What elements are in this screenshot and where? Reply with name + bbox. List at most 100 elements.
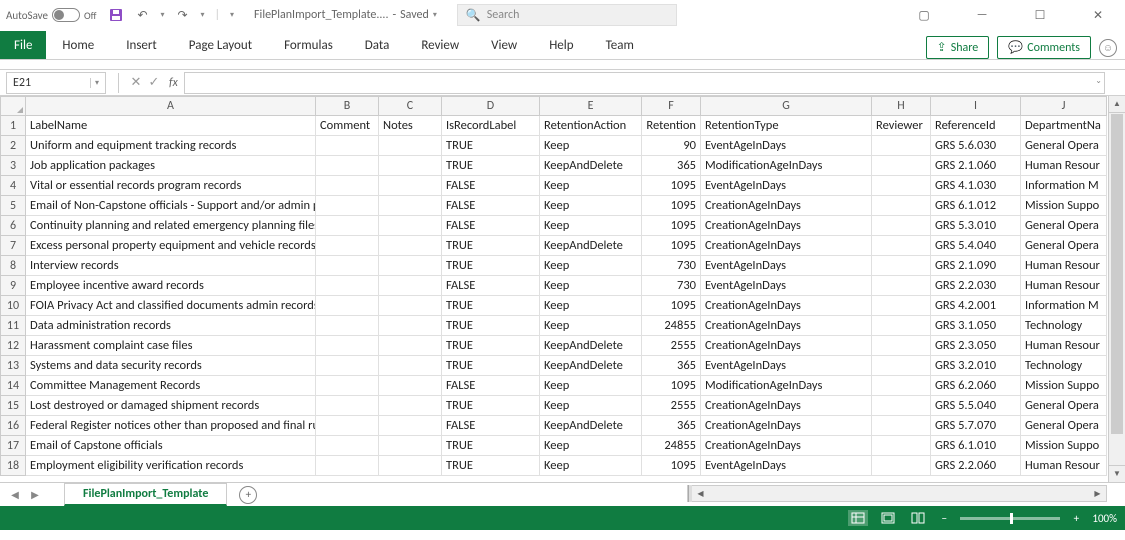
cell-D14[interactable]: FALSE — [442, 376, 540, 396]
cell-F3[interactable]: 365 — [642, 156, 701, 176]
cell-A17[interactable]: Email of Capstone officials — [26, 436, 316, 456]
cell-G11[interactable]: CreationAgeInDays — [701, 316, 872, 336]
cell-D7[interactable]: TRUE — [442, 236, 540, 256]
cell-J17[interactable]: Mission Suppo — [1021, 436, 1107, 456]
row-header-18[interactable]: 18 — [0, 456, 26, 476]
cell-F2[interactable]: 90 — [642, 136, 701, 156]
zoom-out-button[interactable]: − — [938, 512, 950, 525]
row-header-9[interactable]: 9 — [0, 276, 26, 296]
cell-C12[interactable] — [379, 336, 442, 356]
row-header-10[interactable]: 10 — [0, 296, 26, 316]
cell-B4[interactable] — [316, 176, 379, 196]
name-box-dropdown-icon[interactable]: ▾ — [90, 78, 99, 88]
cell-H8[interactable] — [872, 256, 931, 276]
redo-icon[interactable]: ↷ — [174, 7, 190, 23]
cell-C5[interactable] — [379, 196, 442, 216]
tab-home[interactable]: Home — [46, 31, 110, 59]
cell-C2[interactable] — [379, 136, 442, 156]
cell-B5[interactable] — [316, 196, 379, 216]
cell-G3[interactable]: ModificationAgeInDays — [701, 156, 872, 176]
zoom-in-button[interactable]: + — [1070, 512, 1082, 525]
cell-F13[interactable]: 365 — [642, 356, 701, 376]
cell-H16[interactable] — [872, 416, 931, 436]
cell-E1[interactable]: RetentionAction — [540, 116, 642, 136]
autosave-toggle[interactable] — [52, 8, 80, 22]
cell-H11[interactable] — [872, 316, 931, 336]
cell-I1[interactable]: ReferenceId — [931, 116, 1021, 136]
column-header-H[interactable]: H — [872, 96, 931, 116]
column-header-I[interactable]: I — [931, 96, 1021, 116]
column-header-G[interactable]: G — [701, 96, 872, 116]
cell-G14[interactable]: ModificationAgeInDays — [701, 376, 872, 396]
cell-F16[interactable]: 365 — [642, 416, 701, 436]
cell-F1[interactable]: Retention — [642, 116, 701, 136]
close-button[interactable]: ✕ — [1077, 1, 1119, 29]
cell-J14[interactable]: Mission Suppo — [1021, 376, 1107, 396]
cell-G4[interactable]: EventAgeInDays — [701, 176, 872, 196]
cell-E12[interactable]: KeepAndDelete — [540, 336, 642, 356]
qat-customize-icon[interactable]: ▾ — [230, 10, 234, 20]
tab-formulas[interactable]: Formulas — [268, 31, 349, 59]
cell-B13[interactable] — [316, 356, 379, 376]
horizontal-scrollbar[interactable]: ◀ ▶ — [687, 485, 1107, 502]
cell-B16[interactable] — [316, 416, 379, 436]
cell-G7[interactable]: CreationAgeInDays — [701, 236, 872, 256]
redo-dropdown-icon[interactable]: ▾ — [200, 10, 204, 20]
row-header-1[interactable]: 1 — [0, 116, 26, 136]
row-header-15[interactable]: 15 — [0, 396, 26, 416]
cell-E17[interactable]: Keep — [540, 436, 642, 456]
cell-H10[interactable] — [872, 296, 931, 316]
column-header-F[interactable]: F — [642, 96, 701, 116]
search-input[interactable]: 🔍 Search — [457, 4, 677, 26]
cell-D18[interactable]: TRUE — [442, 456, 540, 476]
cell-D8[interactable]: TRUE — [442, 256, 540, 276]
cell-C9[interactable] — [379, 276, 442, 296]
row-header-3[interactable]: 3 — [0, 156, 26, 176]
cell-J11[interactable]: Technology — [1021, 316, 1107, 336]
cell-C14[interactable] — [379, 376, 442, 396]
cell-I5[interactable]: GRS 6.1.012 — [931, 196, 1021, 216]
cell-F6[interactable]: 1095 — [642, 216, 701, 236]
cell-F15[interactable]: 2555 — [642, 396, 701, 416]
row-header-11[interactable]: 11 — [0, 316, 26, 336]
cell-I4[interactable]: GRS 4.1.030 — [931, 176, 1021, 196]
cell-H14[interactable] — [872, 376, 931, 396]
cell-A10[interactable]: FOIA Privacy Act and classified document… — [26, 296, 316, 316]
add-sheet-button[interactable]: + — [239, 486, 257, 504]
cell-F17[interactable]: 24855 — [642, 436, 701, 456]
cell-A6[interactable]: Continuity planning and related emergenc… — [26, 216, 316, 236]
title-dropdown-icon[interactable]: ▾ — [433, 10, 437, 20]
cell-F5[interactable]: 1095 — [642, 196, 701, 216]
cell-B1[interactable]: Comment — [316, 116, 379, 136]
tab-insert[interactable]: Insert — [110, 31, 173, 59]
cell-F9[interactable]: 730 — [642, 276, 701, 296]
cell-I16[interactable]: GRS 5.7.070 — [931, 416, 1021, 436]
page-break-view-icon[interactable] — [908, 510, 928, 526]
cell-E11[interactable]: Keep — [540, 316, 642, 336]
row-header-4[interactable]: 4 — [0, 176, 26, 196]
cell-G18[interactable]: EventAgeInDays — [701, 456, 872, 476]
cell-B15[interactable] — [316, 396, 379, 416]
autosave-toggle-group[interactable]: AutoSave Off — [6, 8, 96, 22]
cell-B8[interactable] — [316, 256, 379, 276]
cell-F11[interactable]: 24855 — [642, 316, 701, 336]
cell-D2[interactable]: TRUE — [442, 136, 540, 156]
cell-I9[interactable]: GRS 2.2.030 — [931, 276, 1021, 296]
tab-review[interactable]: Review — [405, 31, 475, 59]
row-header-8[interactable]: 8 — [0, 256, 26, 276]
cell-J5[interactable]: Mission Suppo — [1021, 196, 1107, 216]
cell-H15[interactable] — [872, 396, 931, 416]
cell-B11[interactable] — [316, 316, 379, 336]
tab-team[interactable]: Team — [590, 31, 650, 59]
cell-H9[interactable] — [872, 276, 931, 296]
column-header-B[interactable]: B — [316, 96, 379, 116]
column-header-A[interactable]: A — [26, 96, 316, 116]
comments-button[interactable]: 💬Comments — [997, 36, 1091, 59]
row-header-14[interactable]: 14 — [0, 376, 26, 396]
cell-A18[interactable]: Employment eligibility verification reco… — [26, 456, 316, 476]
cell-D13[interactable]: TRUE — [442, 356, 540, 376]
cell-H6[interactable] — [872, 216, 931, 236]
cell-B2[interactable] — [316, 136, 379, 156]
cell-C4[interactable] — [379, 176, 442, 196]
cell-F10[interactable]: 1095 — [642, 296, 701, 316]
